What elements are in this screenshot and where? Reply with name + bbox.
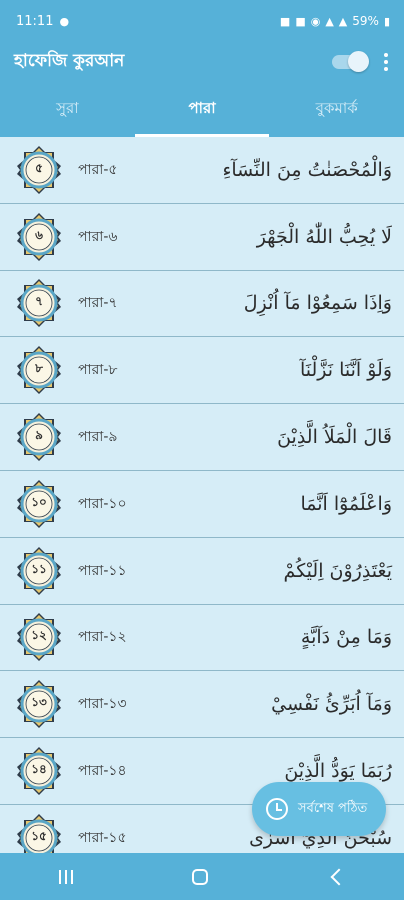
last-read-label: সর্বশেষ পঠিত	[298, 800, 368, 816]
para-label: পারা-১৪	[78, 763, 127, 780]
para-number: ৬	[35, 227, 43, 242]
para-arabic-title: وَاعْلَمُوْٓا اَنَّمَا	[300, 492, 392, 515]
para-arabic-title: وَمَآ اُبَرِّئُ نَفْسِيْ	[271, 693, 392, 716]
para-label: পারা-১৩	[78, 696, 127, 713]
para-number: ১৩	[31, 695, 47, 710]
para-row[interactable]: ৭ পারা-৭ وَاِذَا سَمِعُوْا مَآ اُنْزِلَ	[0, 270, 404, 338]
para-row[interactable]: ১২ পারা-১২ وَمَا مِنْ دَآبَّةٍ	[0, 604, 404, 672]
para-label: পারা-১২	[78, 629, 127, 646]
system-nav-bar	[0, 853, 404, 900]
para-arabic-title: وَاِذَا سَمِعُوْا مَآ اُنْزِلَ	[243, 292, 392, 315]
para-row[interactable]: ৮ পারা-৮ وَلَوْ اَنَّنَا نَزَّلْنَآ	[0, 337, 404, 405]
wifi-icon: ◉	[310, 14, 321, 28]
para-row[interactable]: ৯ পারা-৯ قَالَ الْمَلَاُ الَّذِيْنَ	[0, 404, 404, 471]
status-time: 11:11	[16, 13, 54, 29]
signal-2-icon: ▲	[338, 14, 348, 28]
para-row[interactable]: ১০ পারা-১০ وَاعْلَمُوْٓا اَنَّمَا	[0, 470, 404, 538]
para-number-badge: ৮	[14, 345, 64, 395]
para-number-badge: ১১	[14, 546, 64, 596]
para-arabic-title: وَالْمُحْصَنٰتُ مِنَ النِّسَآءِ	[222, 158, 392, 181]
status-left: 11:11 ●	[16, 14, 69, 29]
para-number-badge: ১০	[14, 479, 64, 529]
para-number-badge: ১৪	[14, 746, 64, 796]
para-label: পারা-৯	[78, 429, 118, 446]
para-number: ১৫	[31, 828, 47, 843]
more-options-icon[interactable]	[380, 51, 392, 73]
para-label: পারা-৭	[78, 295, 118, 312]
para-number: ১৪	[31, 762, 47, 777]
mode-toggle[interactable]	[332, 51, 369, 72]
toggle-knob	[348, 51, 369, 72]
para-arabic-title: لَا يُحِبُّ اللّٰهُ الْجَهْرَ	[256, 225, 392, 248]
signal-icon: ▲	[325, 14, 334, 28]
para-arabic-title: وَلَوْ اَنَّنَا نَزَّلْنَآ	[299, 359, 392, 382]
para-number-badge: ৭	[14, 278, 64, 328]
para-label: পারা-১১	[78, 562, 127, 579]
para-arabic-title: قَالَ الْمَلَاُ الَّذِيْنَ	[277, 426, 392, 449]
history-icon	[266, 798, 288, 820]
para-number: ১০	[31, 494, 47, 509]
tab-bar: সুরা পারা বুকমার্ক	[0, 82, 404, 137]
para-number-badge: ৬	[14, 212, 64, 262]
notification-icon: ■	[279, 14, 291, 28]
tab-sura[interactable]: সুরা	[0, 82, 135, 137]
para-row[interactable]: ৬ পারা-৬ لَا يُحِبُّ اللّٰهُ الْجَهْرَ	[0, 203, 404, 271]
para-number-badge: ১২	[14, 612, 64, 662]
home-icon[interactable]	[191, 868, 208, 885]
para-number-badge: ১৩	[14, 679, 64, 729]
para-number: ৯	[35, 428, 43, 443]
recents-icon[interactable]	[59, 869, 74, 884]
para-arabic-title: رُبَمَا يَوَدُّ الَّذِيْنَ	[284, 760, 392, 783]
status-right: ■ ■ ◉ ▲ ▲ 59% ▮	[280, 14, 390, 28]
app-bar: হাফেজি কুরআন	[0, 42, 404, 82]
para-number: ৮	[35, 361, 43, 376]
account-icon: ●	[59, 14, 70, 28]
para-label: পারা-১৫	[78, 829, 127, 846]
para-arabic-title: وَمَا مِنْ دَآبَّةٍ	[300, 626, 392, 649]
para-number-badge: ১৫	[14, 813, 64, 853]
back-icon[interactable]	[330, 868, 348, 885]
para-number: ১২	[31, 628, 47, 643]
para-number: ৭	[35, 294, 43, 309]
para-label: পারা-১০	[78, 495, 127, 512]
alarm-icon: ■	[295, 14, 306, 28]
para-row[interactable]: ১১ পারা-১১ يَعْتَذِرُوْنَ اِلَيْكُمْ	[0, 537, 404, 605]
status-bar: 11:11 ● ■ ■ ◉ ▲ ▲ 59% ▮	[0, 0, 404, 42]
battery-level: 59%	[352, 14, 379, 28]
para-number: ৫	[35, 160, 43, 175]
para-list: ৫ পারা-৫ وَالْمُحْصَنٰتُ مِنَ النِّسَآءِ ৬ প…	[0, 137, 404, 853]
app-title: হাফেজি কুরআন	[14, 51, 125, 71]
tab-para[interactable]: পারা	[134, 82, 270, 137]
para-label: পারা-৬	[78, 228, 118, 245]
app-bar-actions	[332, 51, 392, 73]
para-row[interactable]: ১৩ পারা-১৩ وَمَآ اُبَرِّئُ نَفْسِيْ	[0, 671, 404, 739]
last-read-button[interactable]: সর্বশেষ পঠিত	[252, 782, 386, 836]
battery-icon: ▮	[383, 14, 390, 28]
para-row[interactable]: ৫ পারা-৫ وَالْمُحْصَنٰتُ مِنَ النِّسَآءِ	[0, 137, 404, 204]
para-number: ১১	[31, 561, 47, 576]
para-number-badge: ৫	[14, 145, 64, 195]
para-arabic-title: يَعْتَذِرُوْنَ اِلَيْكُمْ	[283, 559, 392, 582]
para-label: পারা-৫	[78, 161, 118, 178]
para-label: পারা-৮	[78, 362, 118, 379]
tab-bookmark[interactable]: বুকমার্ক	[269, 82, 404, 137]
para-number-badge: ৯	[14, 412, 64, 462]
